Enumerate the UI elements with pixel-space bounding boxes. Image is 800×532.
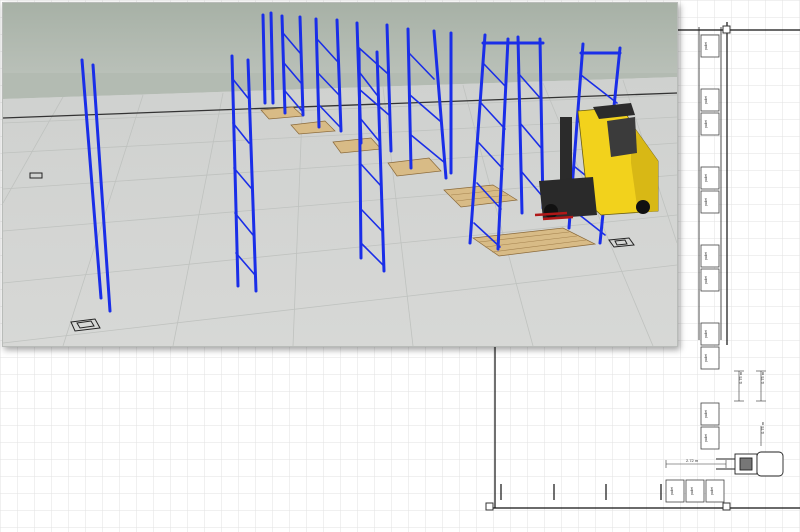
3d-viewport[interactable]	[2, 2, 678, 347]
svg-text:pallet: pallet	[704, 174, 708, 182]
svg-text:pallet: pallet	[690, 487, 694, 495]
svg-text:pallet: pallet	[704, 354, 708, 362]
svg-text:pallet: pallet	[704, 434, 708, 442]
plan-dimension-label: 0.75 m	[760, 421, 765, 434]
svg-text:pallet: pallet	[704, 410, 708, 418]
plan-corner-marker[interactable]	[485, 502, 494, 511]
svg-text:pallet: pallet	[704, 276, 708, 284]
plan-dimension-label: 0.75 m	[738, 371, 743, 384]
svg-text:pallet: pallet	[704, 42, 708, 50]
svg-text:pallet: pallet	[704, 330, 708, 338]
plan-dimension-label: 0.75 m	[760, 371, 765, 384]
svg-text:pallet: pallet	[704, 198, 708, 206]
svg-text:pallet: pallet	[704, 120, 708, 128]
svg-text:pallet: pallet	[670, 487, 674, 495]
svg-text:pallet: pallet	[704, 252, 708, 260]
plan-corner-marker[interactable]	[722, 25, 731, 34]
svg-text:pallet: pallet	[704, 96, 708, 104]
plan-dimension-label: 2.72 m	[686, 458, 699, 463]
3d-scene[interactable]	[3, 3, 677, 346]
svg-text:pallet: pallet	[710, 487, 714, 495]
plan-corner-marker[interactable]	[722, 502, 731, 511]
